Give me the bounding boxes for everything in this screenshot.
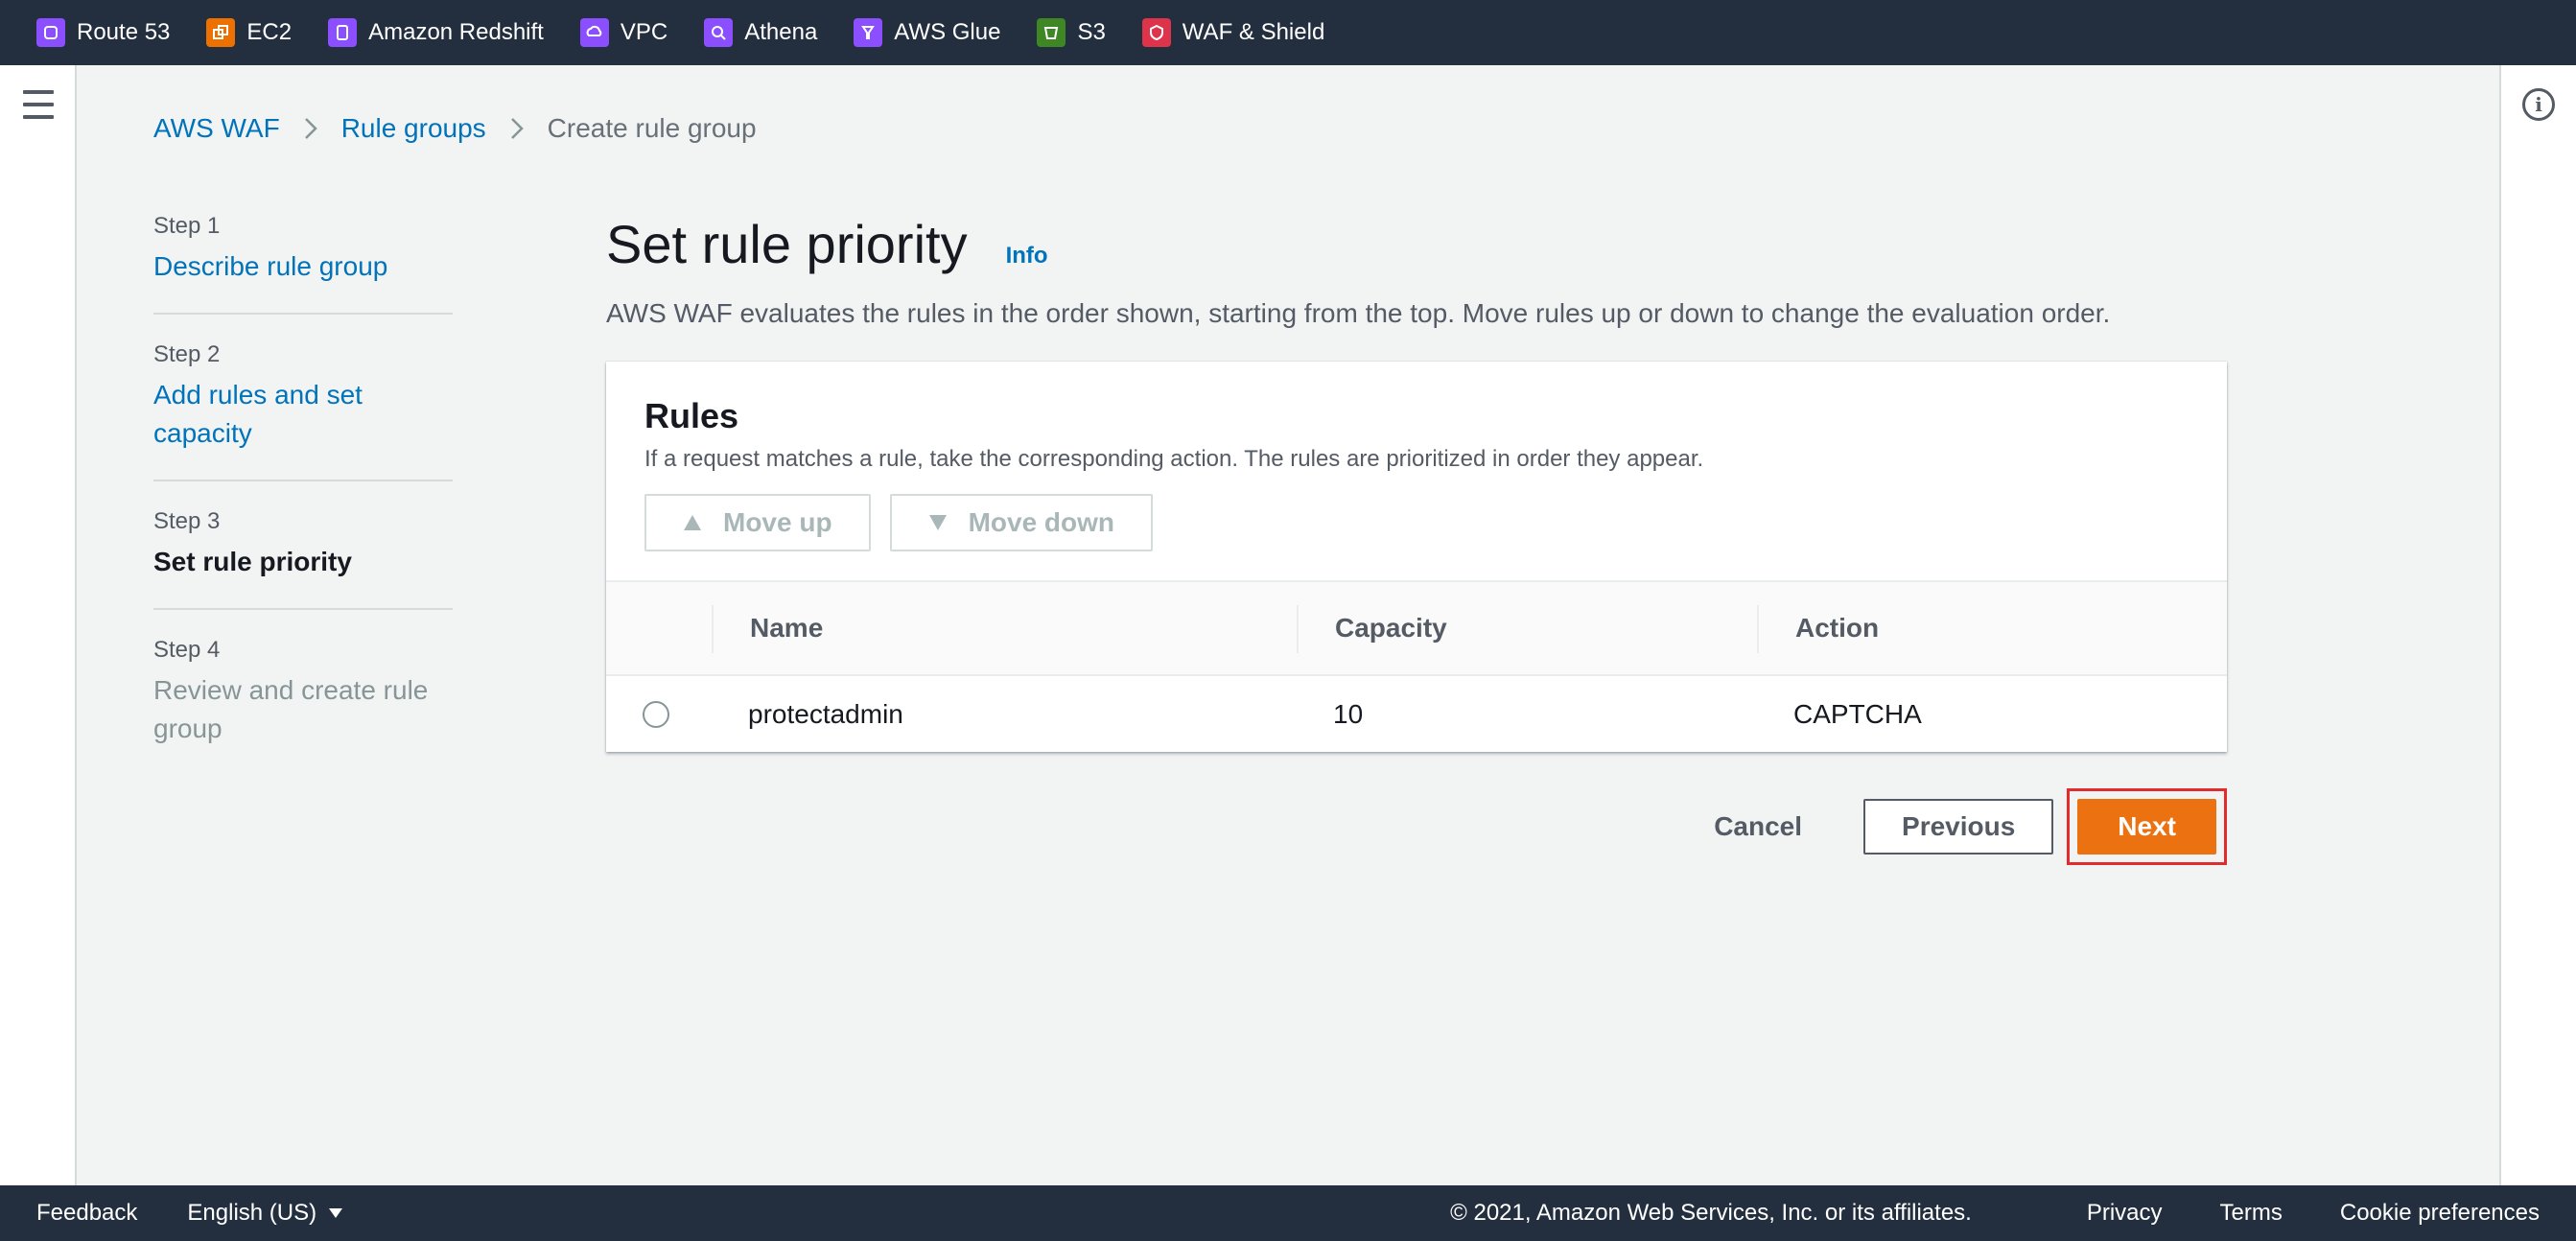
favorite-label: Route 53	[77, 19, 171, 45]
next-button-highlight: Next	[2067, 788, 2227, 865]
move-up-button[interactable]: Move up	[644, 494, 871, 551]
favorite-label: AWS Glue	[894, 19, 1001, 45]
table-header-row: Name Capacity Action	[606, 580, 2227, 676]
info-link[interactable]: Info	[1006, 243, 1048, 269]
menu-icon[interactable]	[23, 90, 54, 119]
chevron-right-icon	[510, 118, 524, 139]
column-header-action[interactable]: Action	[1757, 580, 2227, 676]
rule-capacity-cell: 10	[1333, 698, 1364, 729]
rules-panel-title: Rules	[644, 396, 739, 435]
row-radio-button[interactable]	[643, 700, 669, 728]
select-column-header	[606, 580, 712, 676]
rule-name-cell: protectadmin	[748, 698, 903, 729]
right-tools-rail: i	[2499, 65, 2576, 1185]
redshift-icon	[328, 18, 358, 47]
athena-icon	[704, 18, 734, 47]
wizard-step-2: Step 2 Add rules and set capacity	[153, 341, 453, 481]
cookie-preferences-link[interactable]: Cookie preferences	[2340, 1200, 2540, 1227]
step-number: Step 2	[153, 341, 221, 367]
table-row[interactable]: protectadmin 10 CAPTCHA	[606, 675, 2227, 752]
title-row: Set rule priority Info	[606, 213, 2227, 275]
page-description: AWS WAF evaluates the rules in the order…	[606, 298, 2111, 328]
column-header-capacity[interactable]: Capacity	[1297, 580, 1757, 676]
triangle-down-icon	[928, 515, 947, 530]
language-label: English (US)	[187, 1200, 317, 1226]
rule-action-cell: CAPTCHA	[1793, 698, 1922, 729]
info-icon[interactable]: i	[2522, 88, 2555, 121]
move-up-label: Move up	[723, 507, 832, 537]
favorite-label: Athena	[744, 19, 818, 45]
column-header-name[interactable]: Name	[712, 580, 1297, 676]
vpc-icon	[579, 18, 609, 47]
breadcrumb-rule-groups[interactable]: Rule groups	[341, 113, 486, 144]
breadcrumb: AWS WAF Rule groups Create rule group	[153, 113, 757, 144]
step-number: Step 1	[153, 213, 221, 239]
wizard-step-3: Step 3 Set rule priority	[153, 508, 453, 610]
wizard-step-4: Step 4 Review and create rule group	[153, 637, 453, 775]
s3-icon	[1037, 18, 1066, 47]
favorite-athena[interactable]: Athena	[704, 18, 817, 47]
step-label-review: Review and create rule group	[153, 675, 429, 743]
favorite-redshift[interactable]: Amazon Redshift	[328, 18, 544, 47]
row-select-cell	[606, 675, 712, 752]
page-title: Set rule priority	[606, 214, 968, 274]
previous-button[interactable]: Previous	[1863, 799, 2054, 855]
wizard-actions: Cancel Previous Next	[606, 788, 2227, 865]
favorite-ec2[interactable]: EC2	[206, 18, 292, 47]
rules-table: Name Capacity Action protectadmin 10 CAP…	[606, 580, 2227, 752]
favorite-label: VPC	[620, 19, 668, 45]
language-selector[interactable]: English (US)	[187, 1200, 343, 1227]
favorite-waf[interactable]: WAF & Shield	[1141, 18, 1325, 47]
left-nav-rail	[0, 65, 77, 1185]
caret-down-icon	[329, 1208, 343, 1218]
triangle-up-icon	[684, 515, 701, 530]
copyright-text: © 2021, Amazon Web Services, Inc. or its…	[1450, 1200, 1972, 1226]
move-buttons: Move up Move down	[644, 494, 2189, 551]
favorite-glue[interactable]: AWS Glue	[854, 18, 1000, 47]
rules-panel-description: If a request matches a rule, take the co…	[644, 446, 1704, 472]
favorite-label: EC2	[246, 19, 293, 45]
rules-panel: Rules If a request matches a rule, take …	[606, 362, 2227, 752]
chevron-right-icon	[304, 118, 317, 139]
step-link-describe[interactable]: Describe rule group	[153, 247, 453, 286]
wizard-step-1: Step 1 Describe rule group	[153, 213, 453, 315]
main-content: Set rule priority Info AWS WAF evaluates…	[606, 213, 2227, 865]
privacy-link[interactable]: Privacy	[2087, 1200, 2163, 1227]
step-number: Step 3	[153, 508, 221, 534]
favorite-label: S3	[1077, 19, 1106, 45]
favorite-vpc[interactable]: VPC	[579, 18, 668, 47]
wizard-steps: Step 1 Describe rule group Step 2 Add ru…	[153, 213, 453, 802]
footer: Feedback English (US) © 2021, Amazon Web…	[0, 1185, 2576, 1241]
step-link-add-rules[interactable]: Add rules and set capacity	[153, 376, 453, 453]
cancel-button[interactable]: Cancel	[1714, 811, 1802, 842]
feedback-link[interactable]: Feedback	[36, 1200, 137, 1227]
favorite-label: Amazon Redshift	[368, 19, 544, 45]
ec2-icon	[206, 18, 236, 47]
favorite-route53[interactable]: Route 53	[36, 18, 170, 47]
favorites-bar: Route 53 EC2 Amazon Redshift VPC Athena …	[0, 0, 2576, 65]
step-number: Step 4	[153, 637, 221, 663]
breadcrumb-current: Create rule group	[547, 113, 757, 143]
move-down-button[interactable]: Move down	[889, 494, 1154, 551]
breadcrumb-aws-waf[interactable]: AWS WAF	[153, 113, 280, 144]
waf-icon	[1141, 18, 1171, 47]
glue-icon	[854, 18, 883, 47]
rules-panel-header: Rules If a request matches a rule, take …	[606, 362, 2227, 580]
move-down-label: Move down	[968, 507, 1115, 537]
terms-link[interactable]: Terms	[2220, 1200, 2283, 1227]
step-label-current: Set rule priority	[153, 547, 352, 576]
favorite-s3[interactable]: S3	[1037, 18, 1106, 47]
route53-icon	[36, 18, 65, 47]
favorite-label: WAF & Shield	[1182, 19, 1325, 45]
next-button[interactable]: Next	[2077, 799, 2216, 855]
